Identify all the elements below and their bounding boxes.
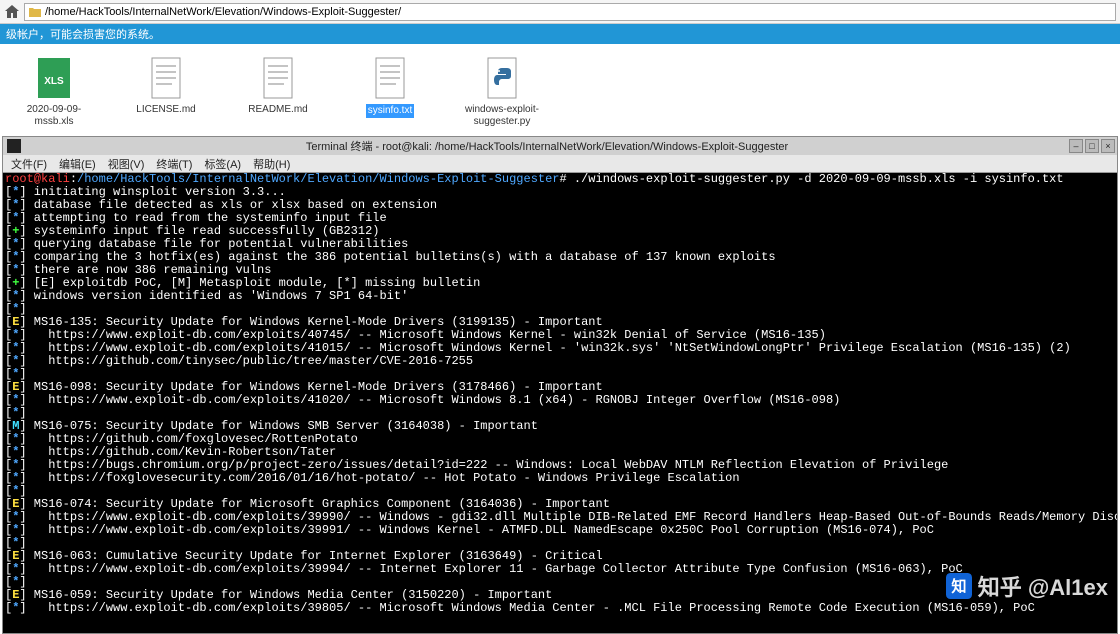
file-label: LICENSE.md [136, 104, 195, 116]
file-item[interactable]: sysinfo.txt [346, 50, 434, 130]
terminal-titlebar[interactable]: Terminal 终端 - root@kali: /home/HackTools… [3, 137, 1117, 155]
menu-item[interactable]: 编辑(E) [59, 156, 96, 172]
folder-icon [29, 6, 41, 18]
file-area: XLS 2020-09-09-mssb.xls LICENSE.md README.m… [0, 44, 1120, 136]
home-icon[interactable] [4, 4, 20, 20]
menu-item[interactable]: 帮助(H) [253, 156, 290, 172]
file-icon [146, 54, 186, 102]
maximize-button[interactable]: □ [1085, 139, 1099, 153]
file-item[interactable]: LICENSE.md [122, 50, 210, 130]
terminal-title: Terminal 终端 - root@kali: /home/HackTools… [25, 138, 1069, 154]
file-label: sysinfo.txt [366, 104, 414, 118]
menu-item[interactable]: 终端(T) [156, 156, 192, 172]
file-label: README.md [248, 104, 307, 116]
terminal-menubar: 文件(F) 编辑(E) 视图(V) 终端(T) 标签(A) 帮助(H) [3, 155, 1117, 173]
menu-item[interactable]: 视图(V) [108, 156, 145, 172]
file-item[interactable]: XLS 2020-09-09-mssb.xls [10, 50, 98, 130]
close-button[interactable]: × [1101, 139, 1115, 153]
address-bar: /home/HackTools/InternalNetWork/Elevatio… [0, 0, 1120, 24]
terminal-icon [7, 139, 21, 153]
svg-text:XLS: XLS [44, 76, 64, 87]
file-icon: XLS [34, 54, 74, 102]
path-input[interactable]: /home/HackTools/InternalNetWork/Elevatio… [24, 3, 1116, 21]
minimize-button[interactable]: – [1069, 139, 1083, 153]
menu-item[interactable]: 标签(A) [204, 156, 241, 172]
file-icon [258, 54, 298, 102]
window-buttons: – □ × [1069, 139, 1117, 153]
file-item[interactable]: windows-exploit-suggester.py [458, 50, 546, 130]
file-label: windows-exploit-suggester.py [458, 104, 546, 128]
path-text: /home/HackTools/InternalNetWork/Elevatio… [45, 6, 401, 18]
file-icon [482, 54, 522, 102]
terminal-window: Terminal 终端 - root@kali: /home/HackTools… [2, 136, 1118, 634]
menu-item[interactable]: 文件(F) [11, 156, 47, 172]
notice-text: 级帐户，可能会损害您的系统。 [6, 26, 160, 42]
notice-bar: 级帐户，可能会损害您的系统。 [0, 24, 1120, 44]
file-label: 2020-09-09-mssb.xls [10, 104, 98, 128]
file-icon [370, 54, 410, 102]
terminal-body[interactable]: root@kali:/home/HackTools/InternalNetWor… [3, 173, 1117, 633]
file-item[interactable]: README.md [234, 50, 322, 130]
